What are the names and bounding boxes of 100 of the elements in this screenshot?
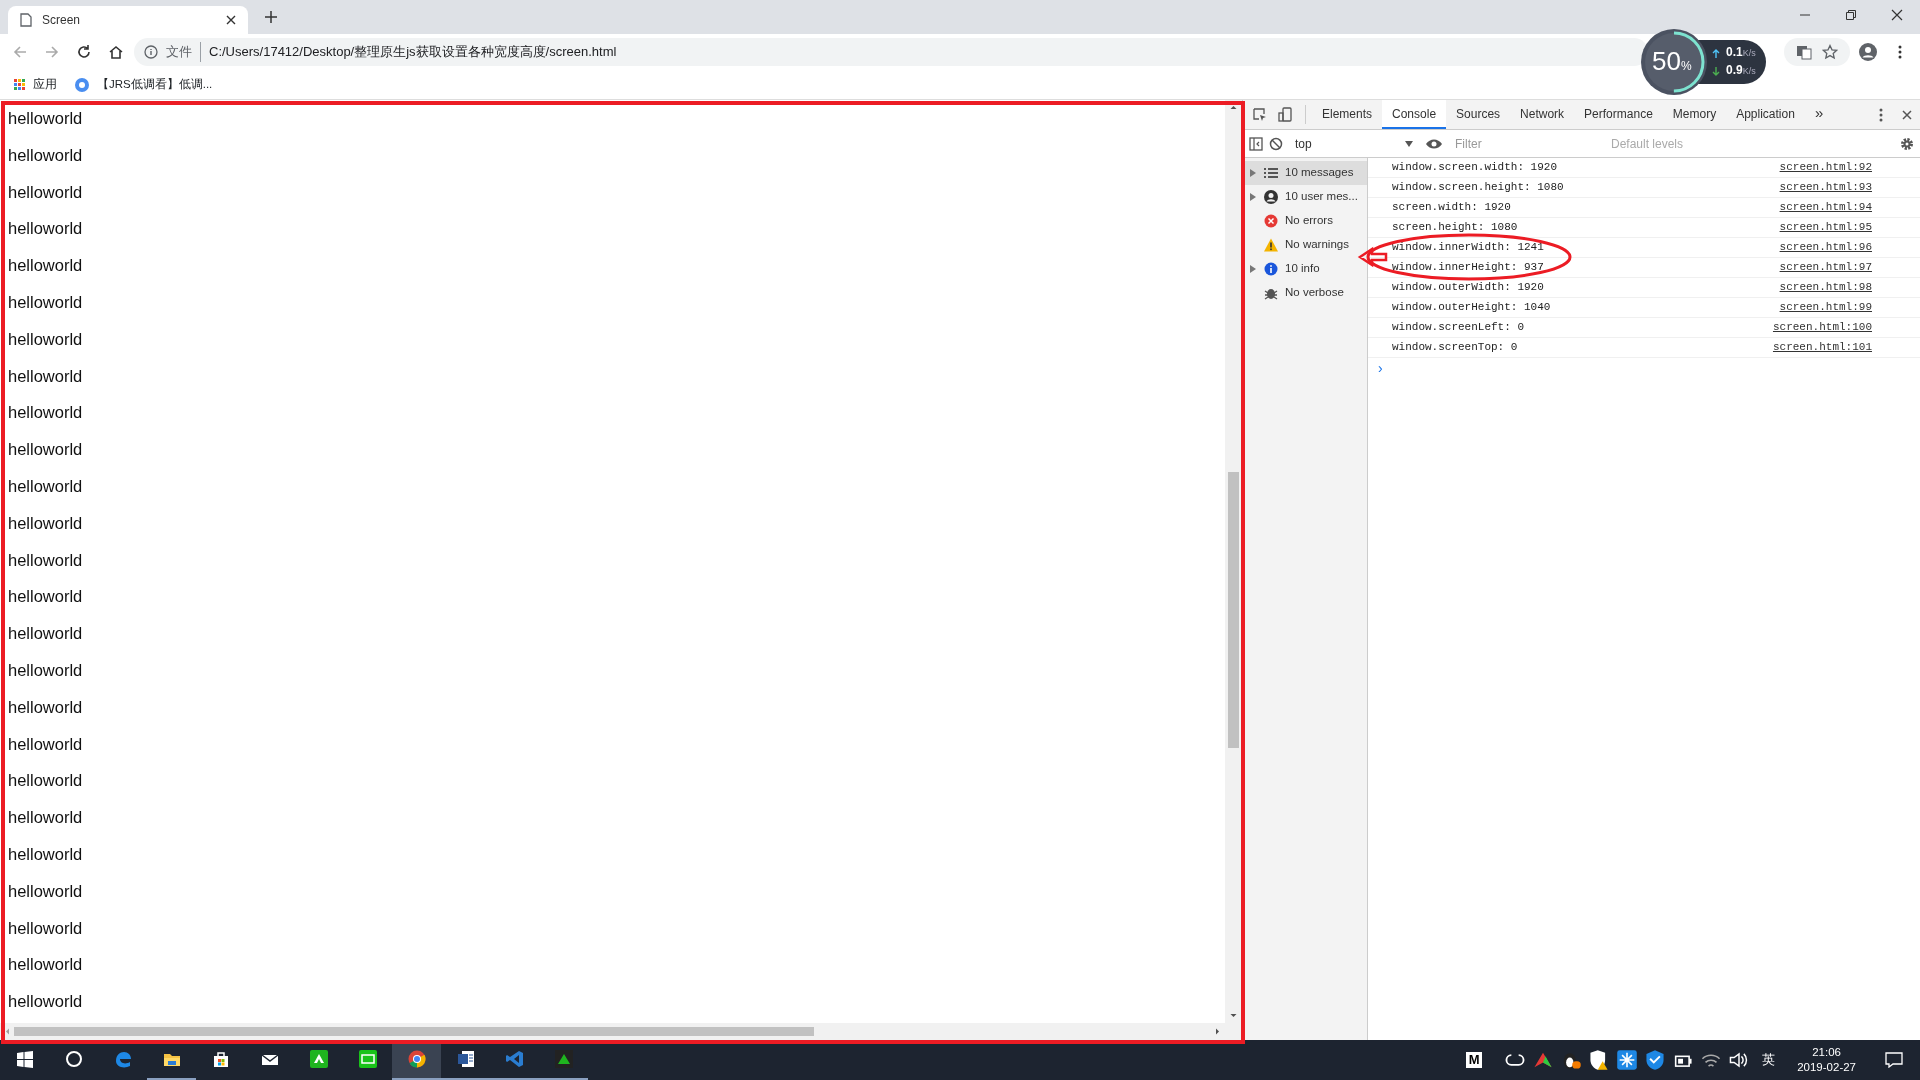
console-prompt[interactable]: › <box>1368 358 1383 379</box>
info-icon <box>144 45 158 59</box>
page-text: helloworld <box>8 586 83 608</box>
page-text: helloworld <box>8 623 83 645</box>
page-text: helloworld <box>8 549 83 571</box>
page-text: helloworld <box>8 144 83 166</box>
more-tabs-button[interactable]: » <box>1804 100 1834 129</box>
console-message: window.outerHeight: 1040 <box>1392 300 1551 316</box>
scheme-label: 文件 <box>166 42 201 62</box>
page-text: helloworld <box>8 954 83 976</box>
source-link[interactable]: screen.html:92 <box>1779 159 1872 176</box>
page-text: helloworld <box>8 475 83 497</box>
console-filter-item[interactable]: No verbose <box>1243 281 1367 305</box>
edge-icon <box>113 1050 132 1068</box>
source-link[interactable]: screen.html:101 <box>1772 339 1872 356</box>
chrome-icon <box>407 1050 426 1068</box>
scrollbar-thumb[interactable] <box>1228 472 1239 748</box>
url-text: C:/Users/17412/Desktop/整理原生js获取设置各种宽度高度/screen.html <box>209 43 617 62</box>
devtools-tab[interactable]: Performance <box>1574 100 1663 129</box>
devtools-tab[interactable]: Memory <box>1662 100 1727 129</box>
close-icon <box>1902 109 1912 120</box>
input-method-indicator[interactable]: 英 <box>1762 1050 1776 1070</box>
page-text: helloworld <box>8 880 83 902</box>
browser-tab[interactable]: Screen <box>8 6 248 34</box>
devtools-tab[interactable]: Application <box>1726 100 1805 129</box>
vscode-icon <box>505 1050 524 1068</box>
sidebar-toggle-icon[interactable] <box>1249 136 1263 151</box>
info-icon <box>1263 261 1279 277</box>
page-text: helloworld <box>8 770 83 792</box>
settings-icon[interactable] <box>1900 136 1914 151</box>
expand-arrow-icon[interactable] <box>1249 265 1257 273</box>
restore-icon <box>1845 9 1857 21</box>
expand-arrow-icon[interactable] <box>1249 169 1257 177</box>
console-message: window.screen.width: 1920 <box>1392 160 1558 176</box>
console-filter-item[interactable]: No errors <box>1243 209 1367 233</box>
console-filter-item[interactable]: 10 messages <box>1243 161 1367 185</box>
forward-icon <box>44 44 60 60</box>
store-icon <box>211 1050 230 1068</box>
video-icon <box>358 1050 377 1068</box>
upload-speed: 0.1K/s <box>1726 44 1756 61</box>
close-icon[interactable] <box>226 15 236 25</box>
scrollbar-thumb[interactable] <box>14 1027 814 1036</box>
annotation-arrow <box>1357 246 1388 268</box>
star-icon[interactable] <box>1822 44 1838 60</box>
word-icon <box>456 1050 475 1068</box>
person-icon <box>1858 42 1878 62</box>
page-text: helloworld <box>8 843 83 865</box>
device-icon <box>1278 106 1294 123</box>
page-text: helloworld <box>8 292 83 313</box>
source-link[interactable]: screen.html:93 <box>1779 179 1872 196</box>
console-filter-item[interactable]: No warnings <box>1243 233 1367 257</box>
plus-icon <box>265 11 277 23</box>
page-text: helloworld <box>8 733 83 755</box>
source-link[interactable]: screen.html:98 <box>1779 279 1872 296</box>
page-text: helloworld <box>8 181 83 203</box>
address-bar[interactable]: 文件 C:/Users/17412/Desktop/整理原生js获取设置各种宽度高度/screen.html <box>134 38 1648 66</box>
source-link[interactable]: screen.html:100 <box>1772 319 1872 336</box>
page-text: helloworld <box>8 365 83 387</box>
bookmark[interactable]: 【JRS低调看】低调... <box>75 75 213 94</box>
source-link[interactable]: screen.html:99 <box>1779 299 1872 316</box>
console-message: window.innerHeight: 937 <box>1392 260 1544 276</box>
devtools-tab[interactable]: Sources <box>1446 100 1511 129</box>
caret-icon <box>1405 140 1413 147</box>
shield2-icon[interactable] <box>1644 1049 1667 1071</box>
console-message: screen.height: 1080 <box>1392 220 1518 236</box>
source-link[interactable]: screen.html:95 <box>1779 219 1872 236</box>
search-icon <box>64 1050 83 1068</box>
tab-title: Screen <box>42 12 82 29</box>
source-link[interactable]: screen.html:96 <box>1779 239 1872 256</box>
devtools-tab[interactable]: Console <box>1382 100 1447 129</box>
console-filter-item[interactable]: 10 user mes... <box>1243 185 1367 209</box>
tray-app-icon[interactable]: M <box>1466 1052 1483 1068</box>
translate-icon[interactable] <box>1796 44 1812 60</box>
page-icon <box>20 13 32 27</box>
page-text: helloworld <box>8 402 83 424</box>
download-speed: 0.9K/s <box>1726 62 1756 79</box>
close-icon <box>1891 9 1903 21</box>
console-message: window.outerWidth: 1920 <box>1392 280 1544 296</box>
page-text: helloworld <box>8 807 83 829</box>
expand-arrow-icon[interactable] <box>1249 193 1257 201</box>
snowflake-icon[interactable] <box>1616 1049 1639 1071</box>
page-text: helloworld <box>8 991 83 1013</box>
source-link[interactable]: screen.html:97 <box>1779 259 1872 276</box>
taskbar-clock[interactable]: 21:06 2019-02-27 <box>1797 1045 1856 1075</box>
source-link[interactable]: screen.html:94 <box>1779 199 1872 216</box>
devtools-tab[interactable]: Network <box>1510 100 1575 129</box>
back-icon <box>12 44 28 60</box>
horizontal-scrollbar[interactable] <box>0 1023 1242 1040</box>
console-filter-item[interactable]: 10 info <box>1243 257 1367 281</box>
page-text: helloworld <box>8 108 83 129</box>
list-icon <box>1263 165 1279 181</box>
percent-text: 50% <box>1652 46 1692 78</box>
eye-icon[interactable] <box>1425 137 1443 150</box>
clear-icon[interactable] <box>1269 136 1283 151</box>
inspect-icon <box>1252 106 1268 123</box>
speed-ring-drawing <box>1640 28 1708 96</box>
devtools-tab[interactable]: Elements <box>1312 100 1383 129</box>
page-text: helloworld <box>8 439 83 461</box>
home-icon <box>108 44 124 60</box>
bookmark[interactable]: 应用 <box>14 75 57 94</box>
